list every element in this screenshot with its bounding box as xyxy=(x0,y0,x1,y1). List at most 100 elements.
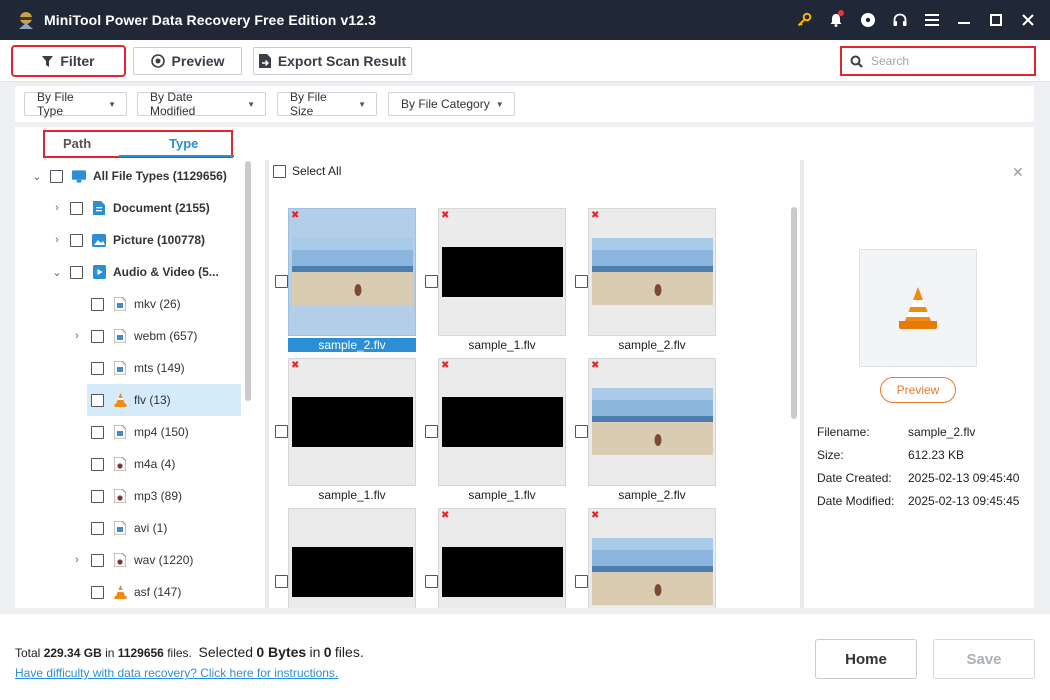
checkbox[interactable] xyxy=(91,457,104,471)
audio-file-icon xyxy=(113,553,127,567)
tree-item-flv[interactable]: flv (13) xyxy=(87,384,241,416)
checkbox[interactable] xyxy=(91,297,104,311)
home-button[interactable]: Home xyxy=(815,639,917,679)
checkbox[interactable] xyxy=(91,393,104,407)
chevron-down-icon[interactable]: ⌄ xyxy=(29,170,45,183)
close-icon[interactable] xyxy=(1012,0,1044,40)
menu-icon[interactable] xyxy=(916,0,948,40)
file-thumbnail[interactable]: ✖ xyxy=(588,508,716,608)
close-preview-icon[interactable]: ✕ xyxy=(1012,164,1024,181)
file-checkbox[interactable] xyxy=(275,575,288,588)
chevron-down-icon: ▼ xyxy=(108,99,116,109)
preview-file-button[interactable]: Preview xyxy=(880,377,956,403)
tree-item-audio-video[interactable]: ⌄ Audio & Video (5... xyxy=(49,256,249,288)
checkbox[interactable] xyxy=(50,169,63,183)
grid-scrollbar[interactable] xyxy=(791,207,797,419)
panel-divider xyxy=(800,160,804,608)
file-card[interactable] xyxy=(270,497,420,608)
file-thumbnail[interactable]: ✖ xyxy=(438,508,566,608)
tree-item-mp3[interactable]: mp3 (89) xyxy=(87,480,241,512)
tree-item-all-file-types[interactable]: ⌄ All File Types (1129656) xyxy=(29,160,249,192)
tree-item-asf[interactable]: asf (147) xyxy=(87,576,241,608)
chevron-right-icon[interactable]: › xyxy=(69,554,85,566)
tree-item-mp4[interactable]: mp4 (150) xyxy=(87,416,241,448)
date-created-value: 2025-02-13 09:45:40 xyxy=(908,471,1020,485)
checkbox[interactable] xyxy=(91,329,104,343)
checkbox[interactable] xyxy=(70,265,83,279)
tree-item-webm[interactable]: › webm (657) xyxy=(69,320,241,352)
tree-item-picture[interactable]: › Picture (100778) xyxy=(49,224,249,256)
audio-file-icon xyxy=(113,489,127,503)
file-checkbox[interactable] xyxy=(425,425,438,438)
by-file-category-label: By File Category xyxy=(401,97,490,111)
headset-icon[interactable] xyxy=(884,0,916,40)
file-thumbnail[interactable]: ✖ xyxy=(438,358,566,486)
by-file-category-dropdown[interactable]: By File Category ▼ xyxy=(388,92,515,116)
help-link[interactable]: Have difficulty with data recovery? Clic… xyxy=(15,666,338,680)
select-all-checkbox[interactable] xyxy=(273,164,286,178)
checkbox[interactable] xyxy=(91,521,104,535)
file-thumbnail[interactable]: ✖ xyxy=(588,208,716,336)
date-modified-value: 2025-02-13 09:45:45 xyxy=(908,494,1020,508)
tree-item-avi[interactable]: avi (1) xyxy=(87,512,241,544)
file-thumbnail[interactable]: ✖ xyxy=(288,358,416,486)
tree-item-wav[interactable]: › wav (1220) xyxy=(69,544,241,576)
tab-type[interactable]: Type xyxy=(169,136,198,151)
checkbox[interactable] xyxy=(91,489,104,503)
minimize-icon[interactable] xyxy=(948,0,980,40)
by-date-modified-dropdown[interactable]: By Date Modified ▼ xyxy=(137,90,266,118)
preview-button[interactable]: Preview xyxy=(133,47,242,75)
file-card[interactable]: ✖ sample_1.flv xyxy=(420,197,570,352)
export-scan-result-button[interactable]: Export Scan Result xyxy=(253,47,412,75)
bell-icon[interactable] xyxy=(820,0,852,40)
checkbox[interactable] xyxy=(91,361,104,375)
file-thumbnail[interactable] xyxy=(288,508,416,608)
select-all[interactable]: Select All xyxy=(273,164,341,178)
disc-icon[interactable] xyxy=(852,0,884,40)
tree-item-mts[interactable]: mts (149) xyxy=(87,352,241,384)
file-thumbnail[interactable]: ✖ xyxy=(288,208,416,336)
file-thumbnail[interactable]: ✖ xyxy=(438,208,566,336)
tree-scrollbar[interactable] xyxy=(245,161,251,401)
file-checkbox[interactable] xyxy=(425,275,438,288)
chevron-right-icon[interactable]: › xyxy=(49,234,65,246)
file-thumbnail[interactable]: ✖ xyxy=(588,358,716,486)
file-card[interactable]: ✖ xyxy=(570,497,720,608)
file-checkbox[interactable] xyxy=(275,275,288,288)
file-card[interactable]: ✖ sample_2.flv xyxy=(570,197,720,352)
chevron-down-icon[interactable]: ⌄ xyxy=(49,266,65,279)
file-checkbox[interactable] xyxy=(575,275,588,288)
file-card[interactable]: ✖ sample_1.flv xyxy=(420,347,570,502)
chevron-right-icon[interactable]: › xyxy=(49,202,65,214)
file-card[interactable]: ✖ xyxy=(420,497,570,608)
tree-item-m4a[interactable]: m4a (4) xyxy=(87,448,241,480)
checkbox[interactable] xyxy=(70,201,83,215)
save-button[interactable]: Save xyxy=(933,639,1035,679)
key-icon[interactable] xyxy=(788,0,820,40)
tree-item-document[interactable]: › Document (2155) xyxy=(49,192,249,224)
tree-item-mkv[interactable]: mkv (26) xyxy=(87,288,241,320)
file-checkbox[interactable] xyxy=(275,425,288,438)
checkbox[interactable] xyxy=(91,585,104,599)
file-checkbox[interactable] xyxy=(575,425,588,438)
search-box[interactable] xyxy=(840,46,1036,76)
file-checkbox[interactable] xyxy=(575,575,588,588)
file-card[interactable]: ✖ sample_2.flv xyxy=(270,197,420,352)
selected-size: 0 Bytes xyxy=(256,644,307,660)
by-file-size-dropdown[interactable]: By File Size ▼ xyxy=(277,90,377,118)
file-checkbox[interactable] xyxy=(425,575,438,588)
beach-thumbnail-image xyxy=(292,238,413,305)
filter-button[interactable]: Filter xyxy=(11,45,126,77)
file-card[interactable]: ✖ sample_1.flv xyxy=(270,347,420,502)
checkbox[interactable] xyxy=(70,233,83,247)
audio-file-icon xyxy=(113,457,127,471)
maximize-icon[interactable] xyxy=(980,0,1012,40)
tab-path[interactable]: Path xyxy=(63,136,91,151)
checkbox[interactable] xyxy=(91,425,104,439)
checkbox[interactable] xyxy=(91,553,104,567)
by-file-type-dropdown[interactable]: By File Type ▼ xyxy=(24,90,127,118)
chevron-right-icon[interactable]: › xyxy=(69,330,85,342)
tree-label: mkv (26) xyxy=(134,297,181,311)
file-card[interactable]: ✖ sample_2.flv xyxy=(570,347,720,502)
search-input[interactable] xyxy=(871,54,1021,68)
